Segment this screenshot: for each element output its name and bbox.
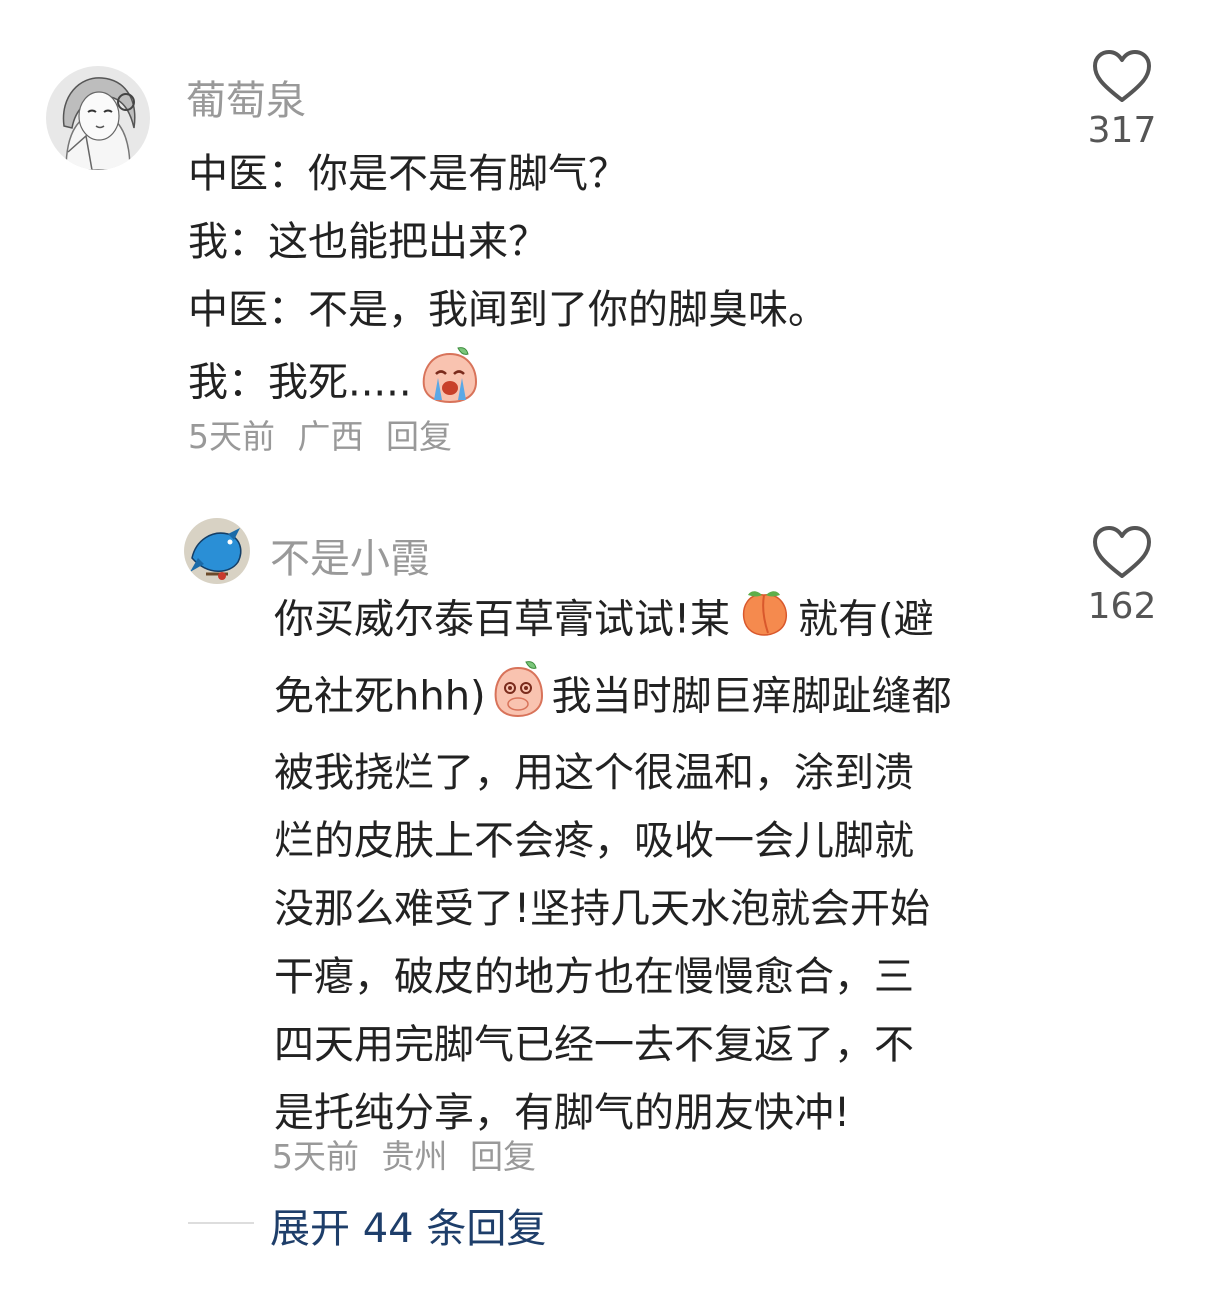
comment-line-text: 就有(避 (798, 596, 934, 643)
reply-button[interactable]: 回复 (386, 417, 452, 456)
heart-outline-icon (1093, 526, 1151, 578)
comment-line: 干瘪，破皮的地方也在慢慢愈合，三 (274, 954, 914, 1000)
comment-line: 我：这也能把出来？ (188, 219, 548, 265)
timestamp: 5天前 (272, 1137, 359, 1176)
timestamp: 5天前 (188, 417, 275, 456)
comment-line: 烂的皮肤上不会疼，吸收一会儿脚就 (274, 818, 914, 864)
comment-text: 中医：你是不是有脚气？ 我：这也能把出来？ 中医：不是，我闻到了你的脚臭味。 我… (188, 140, 828, 425)
comment-line-text: 我当时脚巨痒脚趾缝都 (551, 673, 952, 720)
like-count: 317 (1087, 110, 1157, 151)
comment-meta: 5天前 贵州 回复 (272, 1130, 548, 1178)
location: 贵州 (381, 1137, 448, 1176)
comment-line-text: 免社死hhh) (274, 673, 486, 720)
comment-line-text: 我：我死..... (188, 359, 412, 406)
comment-line: 中医：你是不是有脚气？ (188, 151, 628, 197)
comment-meta: 5天前 广西 回复 (188, 410, 464, 458)
expand-replies-button[interactable]: 展开 44 条回复 (270, 1196, 546, 1254)
shy-peach-emoji-icon (490, 658, 548, 739)
comment-line-text: 你买威尔泰百草膏试试!某 (274, 596, 731, 643)
comment-line: 没那么难受了!坚持几天水泡就会开始 (274, 886, 931, 932)
like-button[interactable]: 317 (1072, 48, 1172, 151)
username[interactable]: 葡萄泉 (186, 68, 306, 126)
comment-line: 被我挠烂了，用这个很温和，涂到溃 (274, 750, 914, 796)
divider (188, 1222, 254, 1224)
like-count: 162 (1087, 586, 1157, 627)
location: 广西 (297, 417, 364, 456)
like-button[interactable]: 162 (1072, 524, 1172, 627)
comment-line: 你买威尔泰百草膏试试!某 就有(避 (274, 585, 952, 658)
reply-button[interactable]: 回复 (470, 1137, 536, 1176)
avatar-putaoquan[interactable] (46, 66, 150, 170)
comment-line: 四天用完脚气已经一去不复返了，不 (274, 1022, 914, 1068)
comment-line: 中医：不是，我闻到了你的脚臭味。 (188, 287, 828, 333)
peach-emoji-icon (738, 585, 790, 658)
avatar-bushixiaoxia[interactable] (184, 518, 250, 584)
comment-line: 免社死hhh) 我当时脚巨痒脚趾缝都 (274, 658, 952, 739)
comment-text: 你买威尔泰百草膏试试!某 就有(避 免社死hhh) 我当时脚巨痒脚趾缝都 被我挠… (274, 585, 952, 1147)
username[interactable]: 不是小霞 (270, 526, 430, 584)
heart-outline-icon (1093, 50, 1151, 102)
